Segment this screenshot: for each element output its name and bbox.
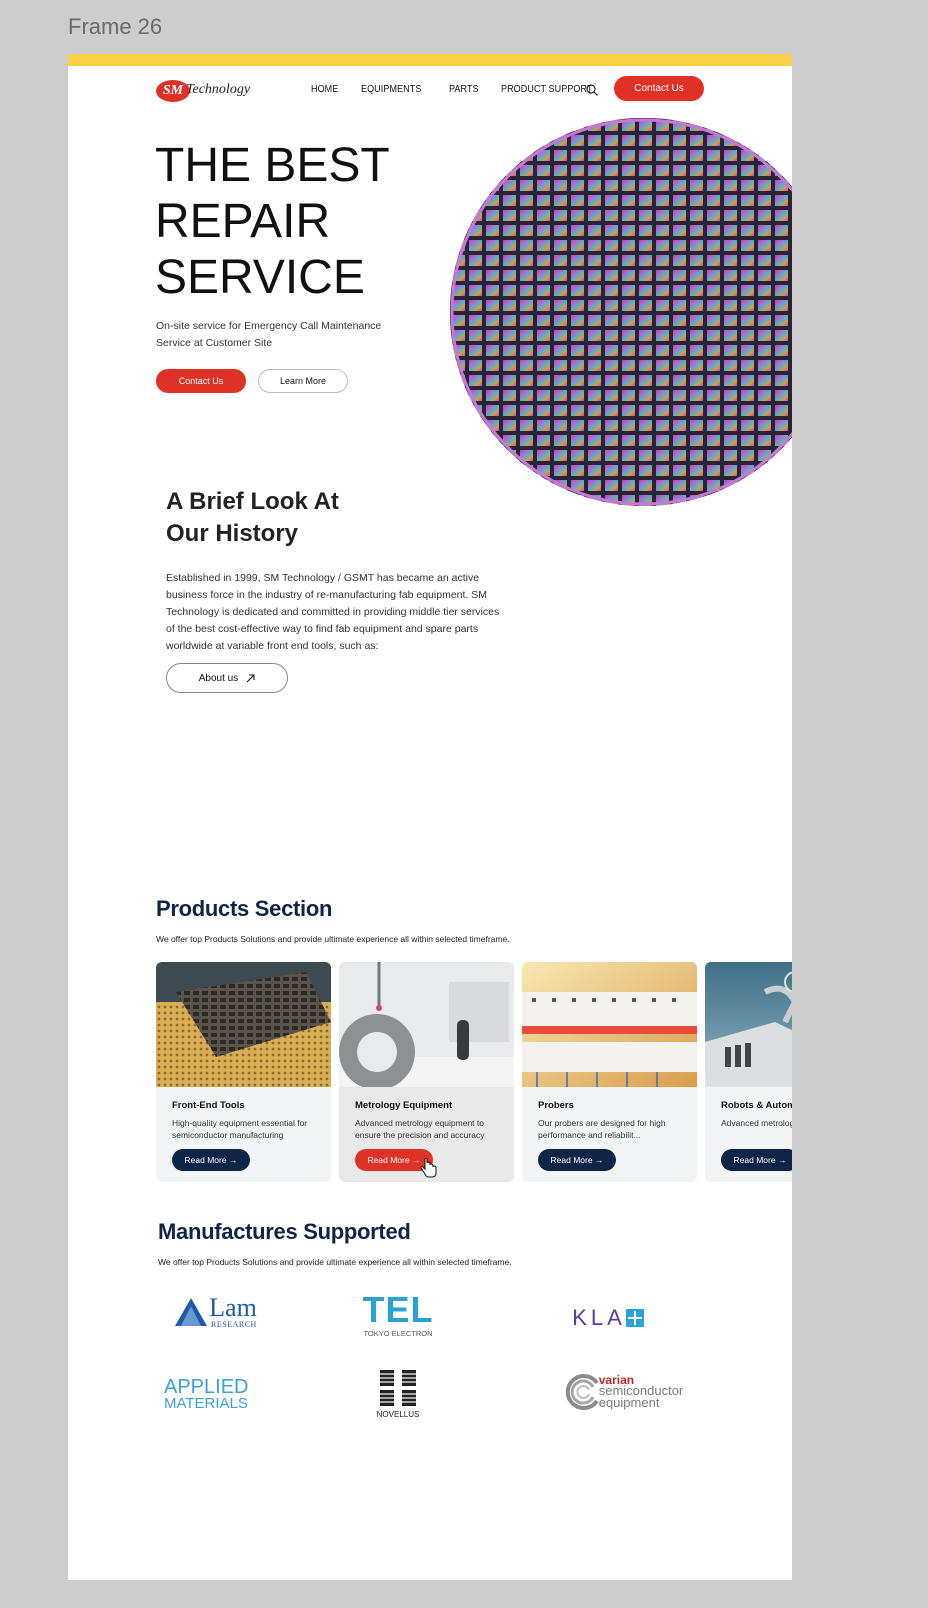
- hero-title-line3: SERVICE: [155, 251, 365, 304]
- about-us-button[interactable]: About us: [166, 663, 288, 693]
- product-card[interactable]: Metrology Equipment Advanced metrology e…: [339, 962, 514, 1182]
- hand-cursor-icon: [420, 1158, 437, 1178]
- learn-more-button[interactable]: Learn More: [258, 369, 348, 393]
- nav-equipments[interactable]: EQUIPMENTS: [361, 84, 421, 95]
- products-subtitle: We offer top Products Solutions and prov…: [156, 934, 510, 944]
- history-title-line1: A Brief Look At: [166, 488, 339, 515]
- manufacturers-subtitle: We offer top Products Solutions and prov…: [158, 1257, 512, 1267]
- main-nav: HOME EQUIPMENTS PARTS PRODUCT SUPPORT: [311, 84, 603, 95]
- kla-word: KLA: [572, 1305, 626, 1330]
- lam-research-logo[interactable]: Lam RESEARCH: [166, 1290, 266, 1334]
- history-title: A Brief Look At Our History: [166, 486, 339, 550]
- robot-image: [705, 962, 792, 1087]
- varian-swoosh-icon: [565, 1374, 599, 1410]
- about-us-label: About us: [198, 672, 239, 684]
- history-body: Established in 1999, SM Technology / GSM…: [166, 572, 500, 652]
- read-more-button[interactable]: Read More →: [172, 1149, 250, 1171]
- varian-logo[interactable]: varian semiconductor equipment: [550, 1370, 696, 1414]
- product-card[interactable]: Front-End Tools High-quality equipment e…: [156, 962, 331, 1182]
- card-desc: Advanced metrology equipment to ensure t…: [355, 1118, 485, 1140]
- hero-title: THE BEST REPAIR SERVICE: [155, 138, 390, 306]
- kla-plus-icon: [625, 1309, 644, 1327]
- logo-text: Technology: [186, 82, 251, 97]
- kla-logo[interactable]: KLA: [558, 1304, 658, 1332]
- manufacturers-title: Manufactures Supported: [158, 1219, 411, 1244]
- applied-line2: MATERIALS: [164, 1394, 248, 1412]
- read-more-button[interactable]: Read More →: [721, 1149, 792, 1171]
- novellus-mark-icon: [380, 1369, 416, 1406]
- wafer-hero-image: [450, 118, 792, 506]
- logo-badge: SM: [156, 80, 190, 102]
- applied-line1: APPLIED: [164, 1375, 249, 1398]
- card-desc: Our probers are designed for high perfor…: [538, 1118, 666, 1140]
- lam-sub: RESEARCH: [211, 1320, 257, 1329]
- novellus-logo[interactable]: NOVELLUS: [358, 1364, 438, 1422]
- card-desc: Advanced metrolog ensure the precisio: [721, 1118, 792, 1128]
- card-desc: High-quality equipment essential for sem…: [172, 1118, 308, 1140]
- chip-image: [156, 962, 331, 1087]
- hero-subtitle: On-site service for Emergency Call Maint…: [156, 320, 382, 349]
- nav-product-support[interactable]: PRODUCT SUPPORT: [501, 84, 593, 95]
- product-card[interactable]: Probers Our probers are designed for hig…: [522, 962, 697, 1182]
- card-title: Probers: [538, 1100, 574, 1111]
- frame-label: Frame 26: [68, 14, 163, 39]
- applied-materials-logo[interactable]: APPLIED MATERIALS: [164, 1374, 264, 1414]
- tel-word: TEL: [362, 1288, 434, 1330]
- history-title-line2: Our History: [166, 520, 299, 547]
- logo[interactable]: SM Technology: [156, 78, 251, 104]
- search-icon[interactable]: [585, 83, 599, 97]
- top-accent-bar: [68, 54, 792, 66]
- nav-parts[interactable]: PARTS: [449, 84, 479, 95]
- tel-logo[interactable]: TEL TOKYO ELECTRON: [358, 1290, 438, 1340]
- card-title: Metrology Equipment: [355, 1100, 453, 1111]
- hero-contact-button[interactable]: Contact Us: [156, 369, 246, 393]
- hero-title-line1: THE BEST: [155, 139, 390, 192]
- probers-image: [522, 962, 697, 1087]
- header-contact-button[interactable]: Contact Us: [614, 76, 704, 101]
- card-title: Robots & Automa: [721, 1100, 792, 1111]
- lam-word: Lam: [209, 1293, 257, 1322]
- card-title: Front-End Tools: [172, 1100, 245, 1111]
- varian-line3: equipment: [598, 1395, 660, 1410]
- nav-home[interactable]: HOME: [311, 84, 338, 95]
- product-cards: Front-End Tools High-quality equipment e…: [156, 962, 792, 1184]
- lam-triangle-icon: [175, 1298, 208, 1326]
- products-title: Products Section: [156, 896, 333, 921]
- arrow-up-right-icon: [246, 673, 255, 682]
- read-more-button[interactable]: Read More →: [538, 1149, 616, 1171]
- wafer-grid: [450, 118, 792, 506]
- novellus-word: NOVELLUS: [376, 1409, 420, 1419]
- tel-sub: TOKYO ELECTRON: [363, 1328, 433, 1338]
- hero-title-line2: REPAIR: [155, 195, 331, 248]
- metrology-image: [339, 962, 514, 1087]
- page: SM Technology HOME EQUIPMENTS PARTS PROD…: [68, 54, 792, 1580]
- product-card[interactable]: Robots & Automa Advanced metrolog ensure…: [705, 962, 792, 1182]
